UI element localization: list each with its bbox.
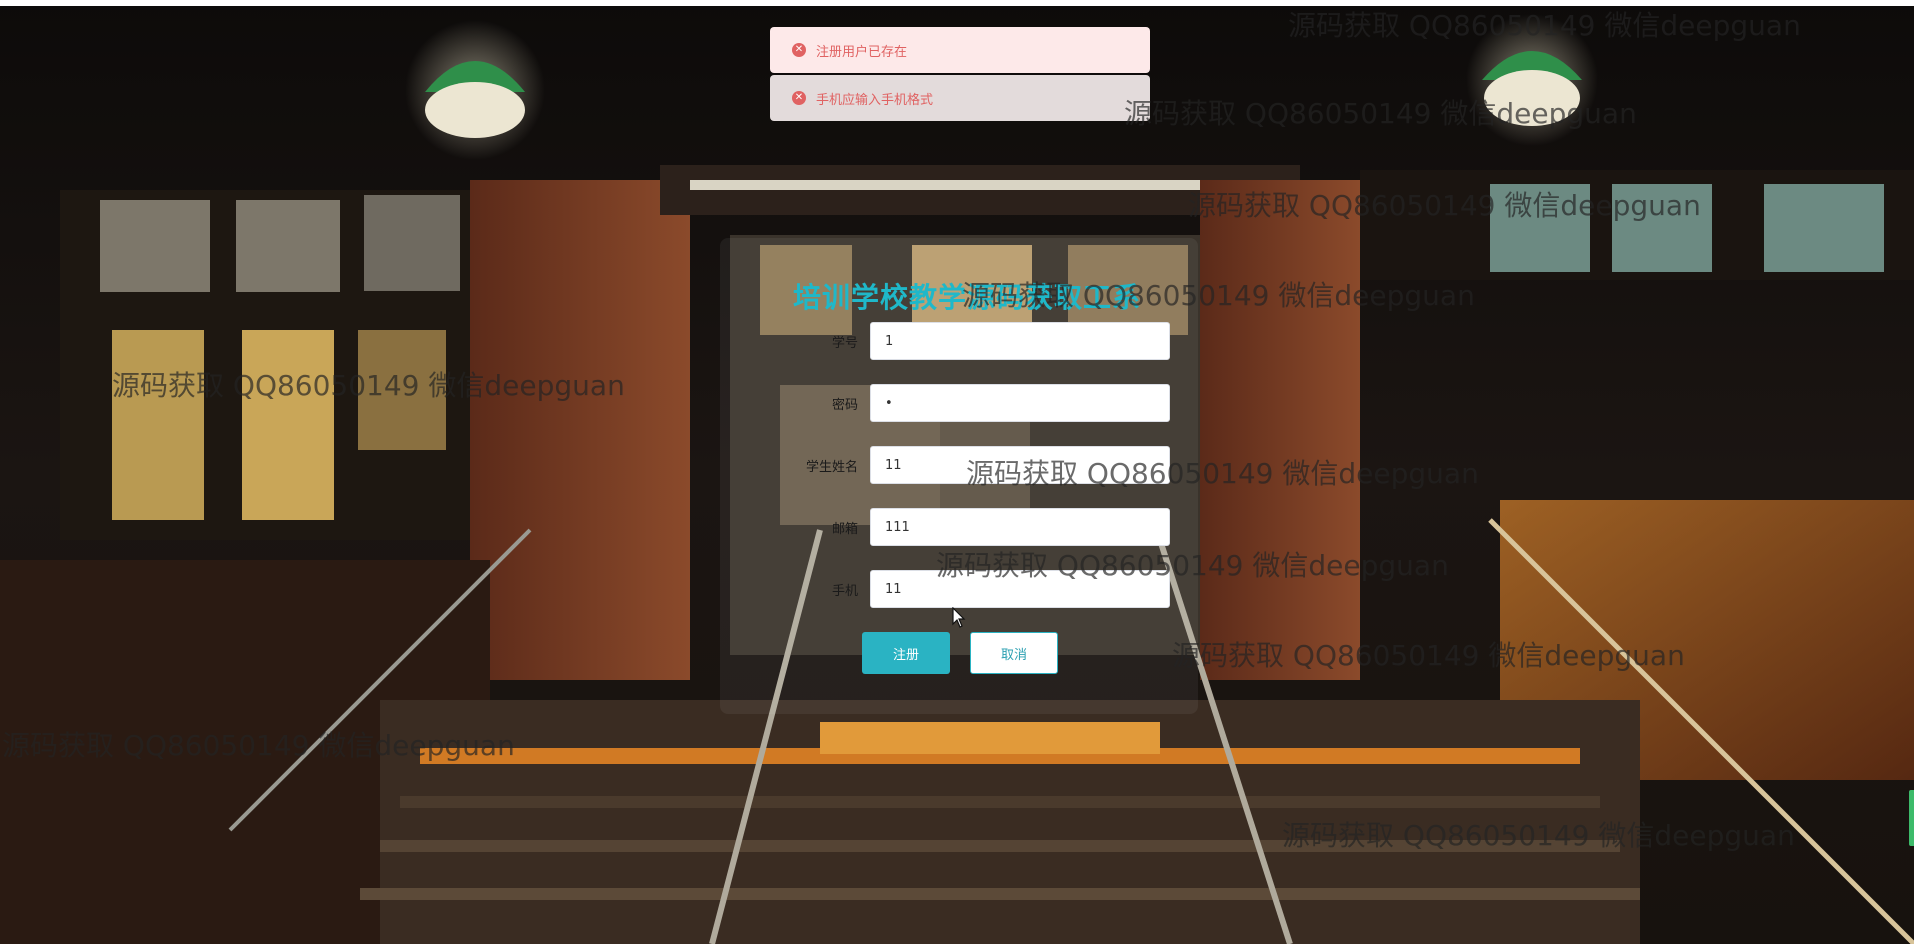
cancel-button[interactable]: 取消 bbox=[970, 632, 1058, 674]
watermark-text: 源码获取 QQ86050149 微信deepguan bbox=[1288, 9, 1801, 42]
student-name-label: 学生姓名 bbox=[805, 460, 858, 475]
side-tab[interactable] bbox=[1909, 790, 1914, 846]
watermark-text: 源码获取 QQ86050149 微信deepguan bbox=[936, 549, 1449, 582]
watermark-text: 源码获取 QQ86050149 微信deepguan bbox=[112, 369, 625, 402]
error-toast-text: 注册用户已存在 bbox=[816, 44, 908, 60]
watermark-text: 源码获取 QQ86050149 微信deepguan bbox=[1188, 189, 1701, 222]
error-circle-icon: ✕ bbox=[792, 43, 806, 57]
watermark-text: 源码获取 QQ86050149 微信deepguan bbox=[966, 457, 1479, 490]
watermark-text: 源码获取 QQ86050149 微信deepguan bbox=[1124, 97, 1637, 130]
watermark-text: 源码获取 QQ86050149 微信deepguan bbox=[1282, 819, 1795, 852]
watermark-text: 源码获取 QQ86050149 微信deepguan bbox=[962, 279, 1475, 312]
email-input[interactable] bbox=[870, 508, 1170, 546]
email-label: 邮箱 bbox=[831, 522, 858, 537]
watermark-text: 源码获取 QQ86050149 微信deepguan bbox=[1172, 639, 1685, 672]
phone-label: 手机 bbox=[831, 584, 858, 599]
error-toast-text: 手机应输入手机格式 bbox=[816, 92, 934, 108]
error-toast: ✕ 注册用户已存在 bbox=[770, 27, 1150, 73]
student-id-input[interactable] bbox=[870, 322, 1170, 360]
mouse-cursor-icon bbox=[952, 607, 966, 628]
password-label: 密码 bbox=[831, 398, 858, 413]
register-button[interactable]: 注册 bbox=[862, 632, 950, 674]
watermark-text: 源码获取 QQ86050149 微信deepguan bbox=[2, 729, 515, 762]
error-toast: ✕ 手机应输入手机格式 bbox=[770, 75, 1150, 121]
password-input[interactable] bbox=[870, 384, 1170, 422]
error-circle-icon: ✕ bbox=[792, 91, 806, 105]
student-id-label: 学号 bbox=[831, 336, 858, 351]
